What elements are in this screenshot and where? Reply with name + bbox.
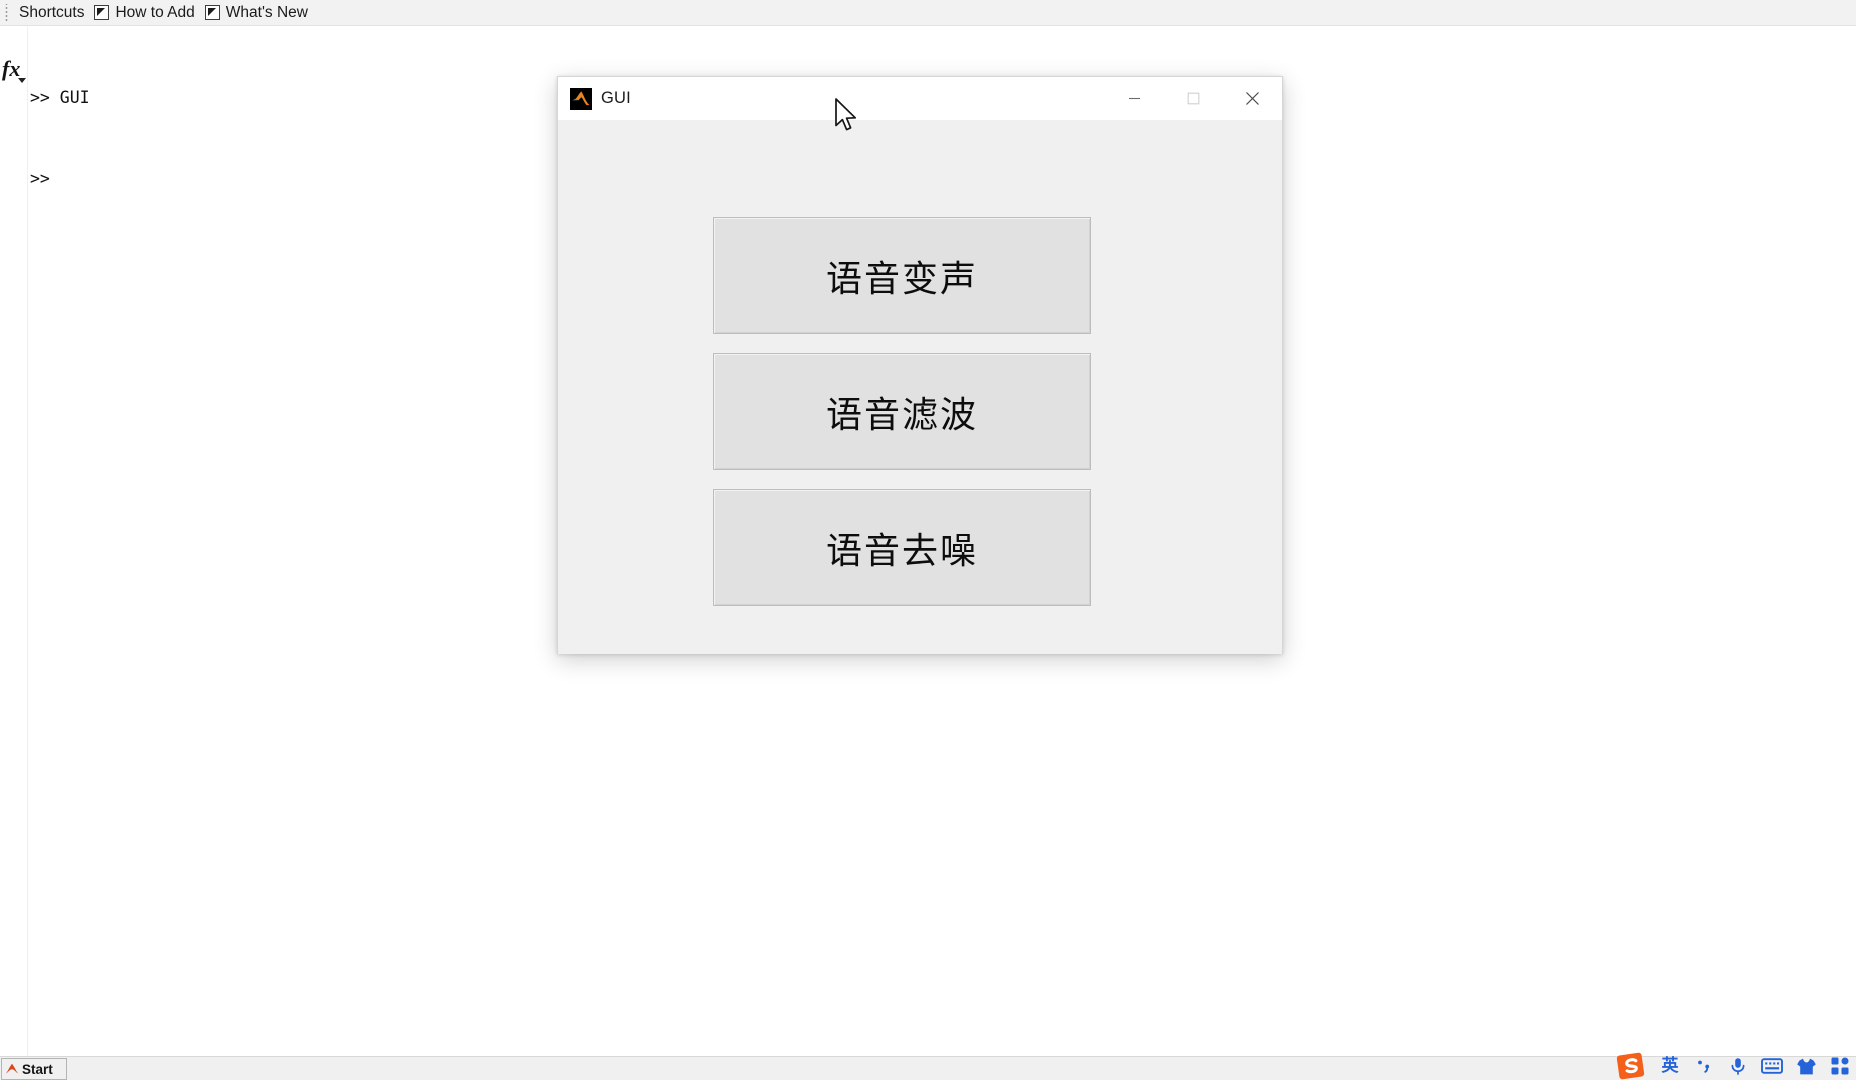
ime-voice-input-button[interactable] bbox=[1726, 1054, 1750, 1078]
toolbox-grid-icon bbox=[1831, 1057, 1849, 1075]
maximize-button[interactable] bbox=[1164, 77, 1223, 120]
shortcut-link-icon bbox=[94, 5, 110, 20]
minimize-button[interactable] bbox=[1105, 77, 1164, 120]
microphone-icon bbox=[1731, 1058, 1745, 1075]
ime-punctuation-button[interactable] bbox=[1692, 1054, 1716, 1078]
how-to-add-button[interactable]: How to Add bbox=[89, 1, 199, 25]
shortcuts-toolbar: Shortcuts How to Add What's New bbox=[0, 0, 1856, 26]
how-to-add-label: How to Add bbox=[115, 3, 195, 21]
dialog-title-text: GUI bbox=[601, 89, 631, 107]
shortcuts-menu-label: Shortcuts bbox=[19, 3, 85, 21]
start-button-label: Start bbox=[22, 1061, 53, 1077]
ime-soft-keyboard-button[interactable] bbox=[1760, 1054, 1784, 1078]
punctuation-icon bbox=[1698, 1060, 1710, 1073]
matlab-icon bbox=[570, 87, 592, 110]
fx-function-browser-icon[interactable]: fx bbox=[2, 58, 20, 80]
close-icon bbox=[1246, 92, 1259, 105]
voice-change-button[interactable]: 语音变声 bbox=[713, 217, 1091, 334]
dialog-body: 语音变声 语音滤波 语音去噪 bbox=[558, 121, 1282, 654]
command-window-gutter bbox=[0, 26, 28, 1056]
sogou-logo-icon[interactable] bbox=[1616, 1052, 1646, 1080]
gui-dialog-window[interactable]: GUI 语音变声 语音滤波 语音去噪 bbox=[557, 76, 1283, 654]
ime-toolbox-button[interactable] bbox=[1828, 1054, 1852, 1078]
matlab-start-icon bbox=[6, 1063, 18, 1074]
matlab-status-bar: Start bbox=[0, 1056, 1856, 1080]
keyboard-icon bbox=[1761, 1058, 1783, 1074]
close-button[interactable] bbox=[1223, 77, 1282, 120]
maximize-icon bbox=[1187, 92, 1200, 105]
shortcuts-menu-button[interactable]: Shortcuts bbox=[14, 1, 89, 25]
ime-skin-chooser-button[interactable] bbox=[1794, 1054, 1818, 1078]
ime-language-mode-button[interactable]: 英 bbox=[1658, 1054, 1682, 1078]
ime-toolbar[interactable]: 英 bbox=[1616, 1052, 1856, 1080]
voice-denoise-button[interactable]: 语音去噪 bbox=[713, 489, 1091, 606]
command-window-text: >> GUI >> bbox=[30, 30, 90, 246]
matlab-start-button[interactable]: Start bbox=[1, 1058, 67, 1080]
whats-new-button[interactable]: What's New bbox=[200, 1, 313, 25]
shortcut-link-icon bbox=[204, 5, 220, 20]
command-line-1: >> GUI bbox=[30, 88, 90, 107]
dialog-title-bar[interactable]: GUI bbox=[558, 77, 1282, 121]
command-line-2: >> bbox=[30, 169, 60, 188]
shirt-icon bbox=[1796, 1058, 1816, 1074]
minimize-icon bbox=[1129, 97, 1140, 100]
chinese-english-toggle-icon: 英 bbox=[1661, 1055, 1679, 1076]
whats-new-label: What's New bbox=[225, 3, 308, 21]
toolbar-drag-handle[interactable] bbox=[4, 3, 9, 22]
chevron-down-icon[interactable] bbox=[18, 78, 26, 83]
voice-filter-button[interactable]: 语音滤波 bbox=[713, 353, 1091, 470]
screen: Shortcuts How to Add What's New fx >> GU… bbox=[0, 0, 1856, 1080]
